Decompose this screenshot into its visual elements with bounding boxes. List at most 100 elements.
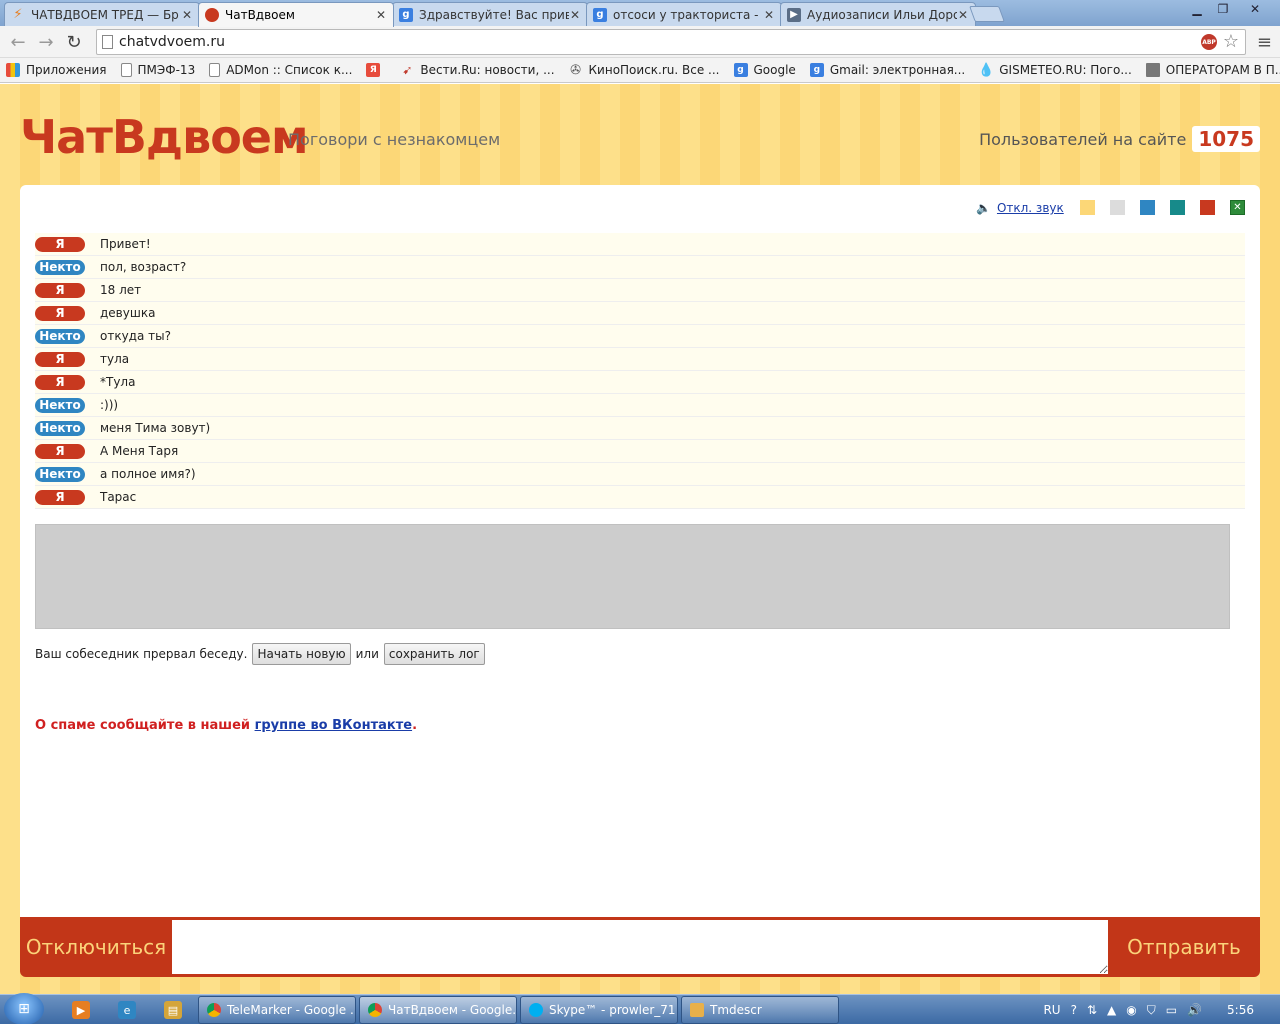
- bookmark-item[interactable]: ✇ КиноПоиск.ru. Все ...: [569, 63, 719, 78]
- message-text: Тарас: [100, 490, 137, 504]
- sound-toggle-link[interactable]: Откл. звук: [997, 201, 1064, 215]
- theme-color-red[interactable]: [1200, 200, 1215, 215]
- clock[interactable]: 5:56: [1227, 1003, 1254, 1017]
- close-icon[interactable]: ✕: [957, 8, 969, 22]
- new-tab-button[interactable]: [969, 6, 1005, 22]
- sender-badge-stranger: Некто: [35, 466, 85, 482]
- minimize-icon[interactable]: ▁: [1184, 0, 1210, 18]
- send-button[interactable]: Отправить: [1108, 917, 1260, 977]
- bookmark-item[interactable]: 💧 GISMETEO.RU: Пого...: [978, 62, 1132, 78]
- browser-tab[interactable]: ▶ Аудиозаписи Ильи Доро ✕: [780, 2, 976, 26]
- close-icon[interactable]: ✕: [763, 8, 775, 22]
- chat-message: Ядевушка: [35, 302, 1245, 325]
- page-icon: [120, 63, 132, 77]
- sender-badge-me: Я: [35, 282, 85, 298]
- theme-color-teal[interactable]: [1170, 200, 1185, 215]
- browser-tab-active[interactable]: ЧатВдвоем ✕: [198, 2, 394, 27]
- ended-text: Ваш собеседник прервал беседу.: [35, 647, 248, 661]
- speaker-icon: 🔈: [976, 201, 991, 215]
- browser-tab[interactable]: g Здравствуйте! Вас привет ✕: [392, 2, 588, 26]
- bookmark-item[interactable]: ПМЭФ-13: [120, 63, 195, 77]
- message-text: 18 лет: [100, 283, 142, 297]
- taskbar-button[interactable]: TeleMarker - Google ...: [198, 996, 356, 1024]
- bookmark-item[interactable]: ОПЕРАТОРАМ В П...: [1145, 63, 1280, 77]
- windows-taskbar: ⊞ ▶ e ▤ TeleMarker - Google ... ЧатВдвое…: [0, 993, 1280, 1024]
- address-bar[interactable]: chatvdvoem.ru ABP ☆: [96, 29, 1246, 55]
- start-button[interactable]: ⊞: [4, 993, 44, 1024]
- bookmark-item[interactable]: g Google: [733, 63, 796, 77]
- new-chat-button[interactable]: Начать новую: [252, 643, 351, 665]
- message-text: Привет!: [100, 237, 151, 251]
- ie-icon[interactable]: e: [118, 1001, 136, 1019]
- chat-message: Некто а полное имя?): [35, 463, 1245, 486]
- close-icon[interactable]: ✕: [375, 8, 387, 22]
- display-icon[interactable]: ▭: [1166, 1003, 1177, 1017]
- chat-ended-notice: Ваш собеседник прервал беседу. Начать но…: [35, 643, 490, 665]
- sender-badge-stranger: Некто: [35, 259, 85, 275]
- explorer-icon[interactable]: ▤: [164, 1001, 182, 1019]
- sender-badge-stranger: Некто: [35, 397, 85, 413]
- vk-group-link[interactable]: группе во ВКонтакте: [255, 718, 413, 733]
- restore-icon[interactable]: ❐: [1210, 0, 1236, 18]
- close-icon[interactable]: ✕: [569, 8, 581, 22]
- bookmark-item[interactable]: ADMon :: Список к...: [209, 63, 352, 77]
- back-icon[interactable]: ←: [6, 30, 30, 54]
- close-icon[interactable]: ✕: [181, 8, 193, 22]
- drop-icon: 💧: [978, 62, 995, 78]
- chat-message: Я А Меня Таря: [35, 440, 1245, 463]
- chat-message: Я *Тула: [35, 371, 1245, 394]
- message-text: а полное имя?): [100, 467, 196, 481]
- menu-icon[interactable]: ≡: [1257, 32, 1272, 53]
- network-icon[interactable]: ⇅: [1087, 1003, 1097, 1017]
- reload-icon[interactable]: ↻: [62, 30, 86, 54]
- chat-panel: 🔈 Откл. звук ✕ Я Привет! Некто пол, возраст…: [20, 185, 1260, 917]
- taskbar-button[interactable]: Skype™ - prowler_71: [520, 996, 678, 1024]
- sender-badge-me: Я: [35, 351, 85, 367]
- tab-title: ЧатВдвоем: [225, 8, 295, 22]
- sender-badge-me: Я: [35, 236, 85, 252]
- save-log-button[interactable]: сохранить лог: [383, 643, 485, 665]
- browser-tab[interactable]: g отсоси у тракториста - П ✕: [586, 2, 782, 26]
- sender-badge-stranger: Некто: [35, 420, 85, 436]
- taskbar-button[interactable]: Tmdescr: [681, 996, 839, 1024]
- media-player-icon[interactable]: ▶: [72, 1001, 90, 1019]
- excel-icon[interactable]: ✕: [1230, 200, 1245, 215]
- close-window-icon[interactable]: ✕: [1240, 0, 1270, 18]
- theme-color-yellow[interactable]: [1080, 200, 1095, 215]
- theme-color-gray[interactable]: [1110, 200, 1125, 215]
- chat-message: Ятула: [35, 348, 1245, 371]
- bookmark-item[interactable]: g Gmail: электронная...: [809, 63, 965, 77]
- site-logo[interactable]: ЧатВдвоем: [20, 110, 309, 164]
- bookmark-item[interactable]: ➹ Вести.Ru: новости, ...: [400, 63, 554, 77]
- bookmark-item[interactable]: Приложения: [6, 63, 107, 77]
- chat-message: Я 18 лет: [35, 279, 1245, 302]
- taskbar-button-active[interactable]: ЧатВдвоем - Google...: [359, 996, 517, 1024]
- pencil-icon: [690, 1003, 704, 1017]
- sound-toggle[interactable]: 🔈 Откл. звук: [976, 201, 1064, 215]
- online-count: 1075: [1192, 126, 1260, 152]
- chrome-icon: [368, 1003, 382, 1017]
- bookmark-item[interactable]: Я: [366, 63, 386, 77]
- volume-icon[interactable]: 🔊: [1187, 1003, 1202, 1017]
- forward-icon[interactable]: →: [34, 30, 58, 54]
- message-input[interactable]: [172, 920, 1108, 974]
- security-icon[interactable]: ⛉: [1147, 1003, 1156, 1018]
- language-indicator[interactable]: RU: [1043, 1003, 1060, 1017]
- adblock-icon[interactable]: ABP: [1201, 34, 1217, 50]
- disconnect-button[interactable]: Отключиться: [20, 917, 172, 977]
- lightning-icon: ⚡: [13, 7, 23, 22]
- tab-title: Аудиозаписи Ильи Доро: [807, 7, 957, 22]
- browser-tab[interactable]: ⚡ ЧАТВДВОЕМ ТРЕД — Бр ✕: [4, 2, 200, 26]
- update-icon[interactable]: ◉: [1126, 1003, 1136, 1017]
- sender-badge-me: Я: [35, 489, 85, 505]
- help-icon[interactable]: ?: [1071, 1003, 1077, 1017]
- chrome-icon: [207, 1003, 221, 1017]
- sender-badge-me: Я: [35, 443, 85, 459]
- google-icon: g: [399, 7, 413, 22]
- chat-message: Я Тарас: [35, 486, 1245, 509]
- show-hidden-icons[interactable]: ▲: [1107, 1003, 1116, 1017]
- star-icon[interactable]: ☆: [1223, 31, 1239, 52]
- typing-area: [35, 524, 1230, 629]
- theme-color-blue[interactable]: [1140, 200, 1155, 215]
- apps-grid-icon: [6, 63, 20, 77]
